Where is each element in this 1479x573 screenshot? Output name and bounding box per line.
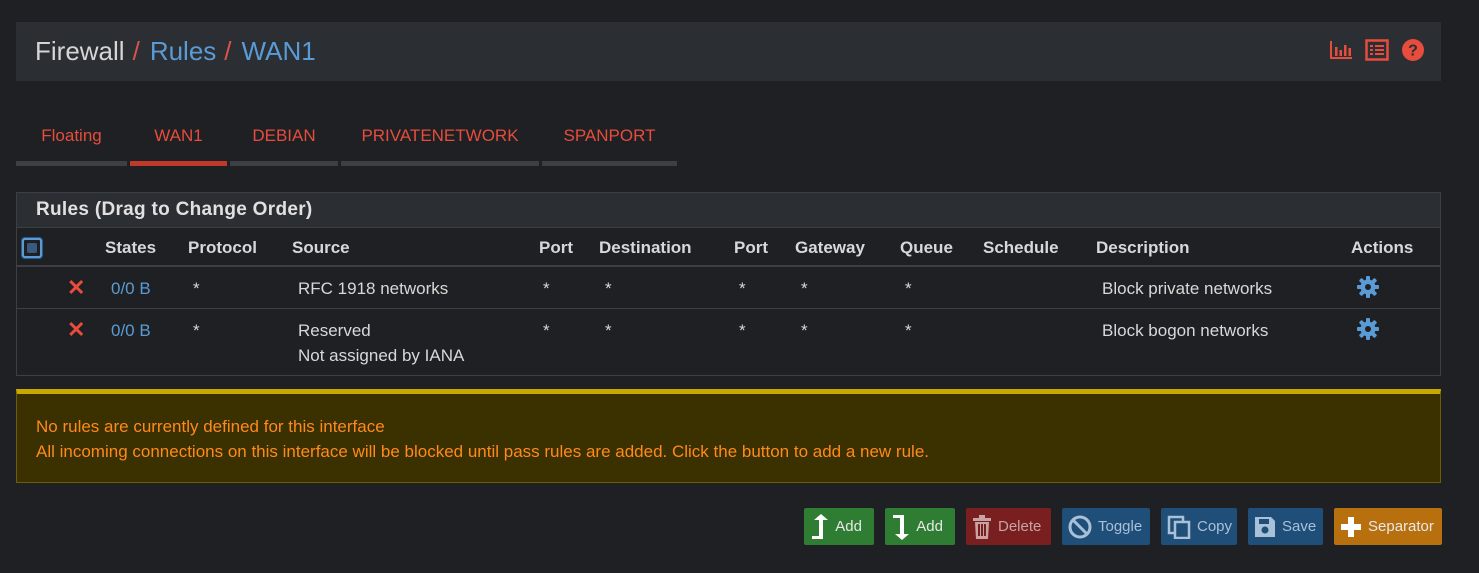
tab-floating[interactable]: Floating: [16, 118, 127, 166]
col-gateway: Gateway: [795, 238, 865, 257]
dest-port-cell: *: [739, 279, 746, 298]
panel-title: Rules (Drag to Change Order): [17, 193, 1440, 228]
source-cell: RFC 1918 networks: [298, 279, 449, 298]
save-button[interactable]: Save: [1248, 508, 1323, 545]
breadcrumb-rules-link[interactable]: Rules: [150, 36, 216, 67]
breadcrumb: Firewall / Rules / WAN1: [35, 36, 316, 67]
col-port: Port: [539, 238, 573, 257]
chart-icon[interactable]: [1329, 38, 1353, 62]
description-cell: Block private networks: [1102, 279, 1273, 298]
gear-icon[interactable]: [1356, 275, 1380, 304]
protocol-cell: *: [193, 321, 200, 340]
level-down-icon: [891, 513, 910, 541]
block-icon: ✕: [67, 275, 86, 300]
save-label: Save: [1282, 518, 1317, 535]
col-dest-port: Port: [734, 238, 768, 257]
separator-button[interactable]: Separator: [1334, 508, 1442, 545]
rules-panel: Rules (Drag to Change Order) States Prot…: [16, 192, 1441, 376]
no-rules-warning: No rules are currently defined for this …: [16, 389, 1441, 483]
col-actions: Actions: [1351, 238, 1414, 257]
table-row[interactable]: ✕ 0/0 B * RFC 1918 networks * * * * * Bl…: [17, 267, 1440, 309]
states-link[interactable]: 0/0 B: [111, 279, 151, 299]
dest-port-cell: *: [739, 321, 746, 340]
copy-button[interactable]: Copy: [1161, 508, 1237, 545]
tab-spanport[interactable]: SPANPORT: [542, 118, 677, 166]
table-row[interactable]: ✕ 0/0 B * Reserved Not assigned by IANA …: [17, 309, 1440, 375]
block-icon: ✕: [67, 317, 86, 342]
plus-icon: [1340, 513, 1362, 541]
add-bottom-button[interactable]: Add: [885, 508, 955, 545]
help-icon[interactable]: ?: [1401, 38, 1425, 62]
col-protocol: Protocol: [188, 238, 257, 257]
port-cell: *: [543, 321, 550, 340]
col-states: States: [105, 238, 157, 257]
breadcrumb-firewall: Firewall: [35, 36, 125, 66]
gateway-cell: *: [801, 321, 808, 340]
add-top-label: Add: [835, 518, 862, 535]
breadcrumb-separator: /: [224, 36, 232, 66]
col-queue: Queue: [900, 238, 953, 257]
delete-label: Delete: [998, 518, 1042, 535]
floppy-icon: [1254, 513, 1276, 541]
table-header: States Protocol Source Port Destination …: [17, 228, 1440, 267]
svg-text:?: ?: [1408, 43, 1418, 60]
delete-button[interactable]: Delete: [966, 508, 1051, 545]
breadcrumb-separator: /: [132, 36, 140, 66]
destination-cell: *: [605, 279, 612, 298]
page-header: Firewall / Rules / WAN1 ?: [16, 22, 1441, 81]
warning-line-2: All incoming connections on this interfa…: [36, 442, 930, 461]
tab-debian[interactable]: DEBIAN: [230, 118, 338, 166]
action-buttons: Add Add Delete Toggle Copy Save Separato…: [804, 508, 1442, 545]
select-all-checkbox[interactable]: [22, 238, 42, 258]
breadcrumb-wan1-link[interactable]: WAN1: [242, 36, 316, 67]
toggle-label: Toggle: [1098, 518, 1143, 535]
col-schedule: Schedule: [983, 238, 1059, 257]
list-icon[interactable]: [1365, 38, 1389, 62]
source-cell: Reserved: [298, 321, 371, 340]
destination-cell: *: [605, 321, 612, 340]
trash-icon: [972, 513, 992, 541]
col-destination: Destination: [599, 238, 692, 257]
description-cell: Block bogon networks: [1102, 321, 1269, 340]
states-link[interactable]: 0/0 B: [111, 321, 151, 341]
toggle-button[interactable]: Toggle: [1062, 508, 1150, 545]
gear-icon[interactable]: [1356, 317, 1380, 346]
queue-cell: *: [905, 279, 912, 298]
add-top-button[interactable]: Add: [804, 508, 874, 545]
copy-label: Copy: [1197, 518, 1233, 535]
tab-wan1[interactable]: WAN1: [130, 118, 227, 166]
queue-cell: *: [905, 321, 912, 340]
protocol-cell: *: [193, 279, 200, 298]
level-up-icon: [810, 513, 829, 541]
interface-tabs: Floating WAN1 DEBIAN PRIVATENETWORK SPAN…: [16, 118, 680, 166]
ban-icon: [1068, 513, 1092, 541]
warning-line-1: No rules are currently defined for this …: [36, 417, 385, 436]
separator-label: Separator: [1368, 518, 1434, 535]
col-source: Source: [292, 238, 350, 257]
copy-icon: [1167, 513, 1191, 541]
col-description: Description: [1096, 238, 1190, 257]
gateway-cell: *: [801, 279, 808, 298]
add-bottom-label: Add: [916, 518, 943, 535]
source-cell-line2: Not assigned by IANA: [298, 346, 465, 365]
tab-privatenetwork[interactable]: PRIVATENETWORK: [341, 118, 539, 166]
port-cell: *: [543, 279, 550, 298]
